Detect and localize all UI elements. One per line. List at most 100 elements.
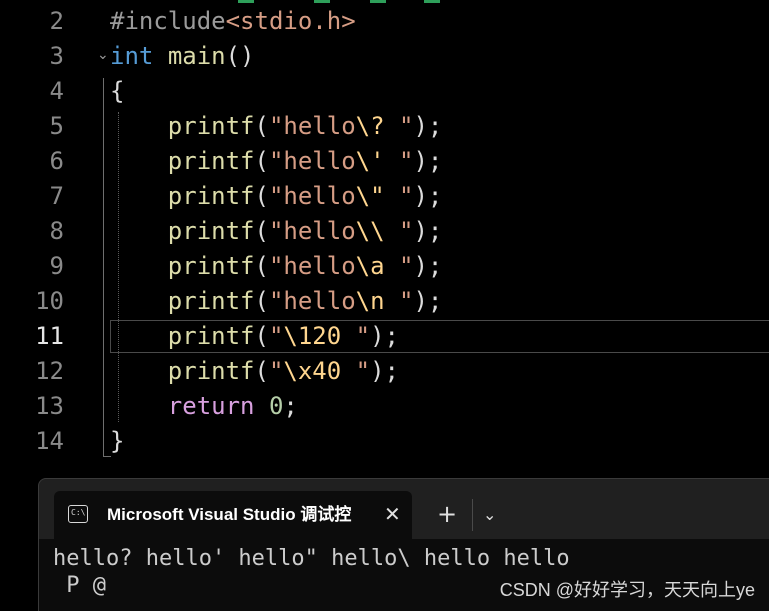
code-token: \? xyxy=(355,112,385,140)
code-token: \n xyxy=(355,287,385,315)
code-token: ( xyxy=(254,287,269,315)
code-token: ); xyxy=(413,252,443,280)
code-text[interactable]: } xyxy=(110,424,124,459)
code-text[interactable]: printf("hello\a "); xyxy=(110,249,443,284)
code-line[interactable]: 9 printf("hello\a "); xyxy=(0,249,769,284)
code-token: 0 xyxy=(268,392,284,420)
code-text[interactable]: printf("\x40 "); xyxy=(110,354,399,389)
code-token: \" xyxy=(355,182,385,210)
code-token: " xyxy=(384,112,414,140)
line-number: 7 xyxy=(49,182,64,210)
code-token: "hello xyxy=(268,112,356,140)
code-text[interactable]: return 0; xyxy=(110,389,298,424)
code-token: ( xyxy=(254,147,269,175)
line-number: 11 xyxy=(35,322,64,350)
code-token: <stdio.h> xyxy=(225,7,356,35)
close-icon[interactable]: ✕ xyxy=(384,491,401,539)
console-tab[interactable]: C:\ Microsoft Visual Studio 调试控 ✕ xyxy=(54,491,412,539)
line-number: 2 xyxy=(49,7,64,35)
code-line[interactable]: 10 printf("hello\n "); xyxy=(0,284,769,319)
output-line: hello? hello' hello" hello\ hello hello xyxy=(53,546,570,571)
line-number: 4 xyxy=(49,77,64,105)
line-number: 12 xyxy=(35,357,64,385)
tab-separator xyxy=(472,499,473,531)
code-line[interactable]: 13 return 0; xyxy=(0,389,769,424)
code-token: ); xyxy=(413,217,443,245)
code-token: printf xyxy=(167,147,255,175)
code-token: return xyxy=(167,392,255,420)
code-token: \x40 xyxy=(283,357,342,385)
code-token: "hello xyxy=(268,147,356,175)
code-token: ); xyxy=(370,322,400,350)
code-line[interactable]: 2 #include<stdio.h> xyxy=(0,4,769,39)
code-token: "hello xyxy=(268,217,356,245)
code-line[interactable]: 11 printf("\120 "); xyxy=(0,319,769,354)
code-token: "hello xyxy=(268,287,356,315)
code-token: " xyxy=(384,147,414,175)
code-text[interactable]: printf("hello\" "); xyxy=(110,179,443,214)
line-number: 6 xyxy=(49,147,64,175)
code-token: " xyxy=(384,252,414,280)
code-token: ( xyxy=(254,322,269,350)
code-token: " xyxy=(268,322,284,350)
code-token: #include xyxy=(110,7,226,35)
code-token: " xyxy=(341,322,371,350)
code-line[interactable]: 12 printf("\x40 "); xyxy=(0,354,769,389)
code-token: " xyxy=(384,182,414,210)
code-token: "hello xyxy=(268,182,356,210)
code-line[interactable]: 14} xyxy=(0,424,769,459)
code-editor[interactable]: ⌄ 2 #include<stdio.h> 3 int main() 4{5 print… xyxy=(0,0,769,478)
code-token: printf xyxy=(167,287,255,315)
code-token: \' xyxy=(355,147,385,175)
code-token: printf xyxy=(167,112,255,140)
code-text[interactable]: printf("\120 "); xyxy=(110,319,399,354)
code-text[interactable]: printf("hello\\ "); xyxy=(110,214,443,249)
code-token: () xyxy=(225,42,255,70)
code-line[interactable]: 7 printf("hello\" "); xyxy=(0,179,769,214)
new-tab-button[interactable]: + xyxy=(437,491,457,539)
code-token: printf xyxy=(167,252,255,280)
code-line[interactable]: 8 printf("hello\\ "); xyxy=(0,214,769,249)
code-token: ( xyxy=(254,252,269,280)
code-text[interactable]: printf("hello\' "); xyxy=(110,144,443,179)
code-token: ( xyxy=(254,112,269,140)
code-token: int xyxy=(110,42,154,70)
code-token: " xyxy=(268,357,284,385)
code-text[interactable]: { xyxy=(110,74,124,109)
code-text[interactable]: printf("hello\? "); xyxy=(110,109,443,144)
code-text[interactable]: printf("hello\n "); xyxy=(110,284,443,319)
code-text[interactable]: #include<stdio.h> xyxy=(110,4,356,39)
code-token: " xyxy=(341,357,371,385)
code-text[interactable]: int main() xyxy=(110,39,255,74)
code-token: main xyxy=(167,42,226,70)
code-token: ( xyxy=(254,357,269,385)
chevron-down-icon[interactable]: ⌄ xyxy=(483,491,496,539)
tab-title: Microsoft Visual Studio 调试控 xyxy=(107,505,352,524)
line-number: 3 xyxy=(49,42,64,70)
code-line[interactable]: 6 printf("hello\' "); xyxy=(0,144,769,179)
code-line[interactable]: 4{ xyxy=(0,74,769,109)
watermark: CSDN @好好学习，天天向上ye xyxy=(499,580,755,600)
code-line[interactable]: 3 int main() xyxy=(0,39,769,74)
code-token: \\ xyxy=(355,217,385,245)
code-token: ); xyxy=(413,147,443,175)
code-line[interactable]: 5 printf("hello\? "); xyxy=(0,109,769,144)
code-token: "hello xyxy=(268,252,356,280)
code-token: \a xyxy=(355,252,385,280)
line-number: 8 xyxy=(49,217,64,245)
terminal-icon: C:\ xyxy=(68,505,88,523)
code-token: ; xyxy=(283,392,298,420)
code-token: ); xyxy=(413,182,443,210)
code-token: ( xyxy=(254,182,269,210)
